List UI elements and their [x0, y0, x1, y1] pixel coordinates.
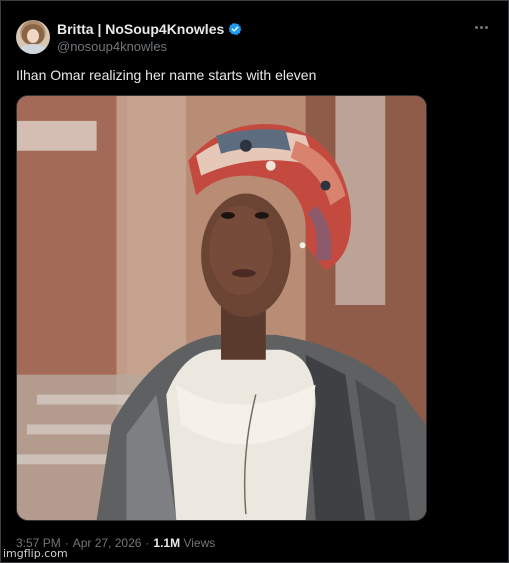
tweet-date[interactable]: Apr 27, 2026	[73, 536, 142, 550]
avatar-face	[27, 29, 39, 43]
author-handle[interactable]: @nosoup4knowles	[57, 39, 167, 54]
author-name-row: Britta | NoSoup4Knowles	[57, 20, 242, 38]
photo-illustration	[17, 96, 426, 520]
watermark: imgflip.com	[3, 547, 68, 560]
author-display-name[interactable]: Britta | NoSoup4Knowles	[57, 21, 224, 37]
avatar-shoulders	[19, 44, 47, 54]
views-label: Views	[183, 536, 216, 550]
more-options-icon[interactable]	[471, 20, 491, 34]
meta-separator: ·	[145, 536, 150, 550]
views-count: 1.1M	[153, 536, 181, 550]
verified-badge-icon	[228, 22, 242, 36]
tweet-text: Ilhan Omar realizing her name starts wit…	[16, 67, 317, 83]
avatar[interactable]	[16, 20, 50, 54]
tweet-media-photo[interactable]	[16, 95, 427, 521]
